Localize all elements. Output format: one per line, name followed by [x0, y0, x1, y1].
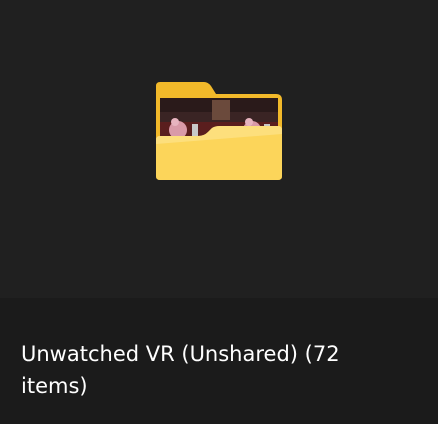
folder-title: Unwatched VR (Unshared) (72 items)	[21, 342, 340, 398]
folder-thumbnail-area	[0, 0, 438, 298]
folder-icon	[152, 78, 286, 184]
folder-tile[interactable]: Unwatched VR (Unshared) (72 items)	[0, 0, 438, 424]
folder-caption-bar: Unwatched VR (Unshared) (72 items)	[0, 298, 438, 424]
